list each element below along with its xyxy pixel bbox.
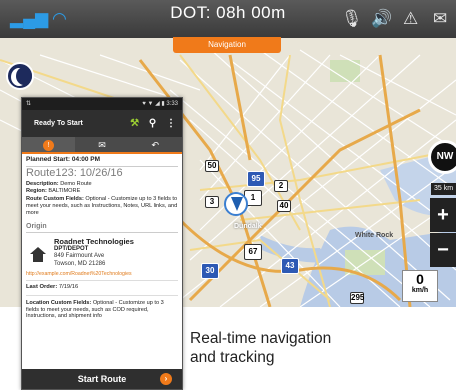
route-custom-label: Route Custom Fields: bbox=[26, 196, 84, 203]
map-label: Dundalk bbox=[234, 223, 262, 230]
caption-line-2: and tracking bbox=[190, 349, 275, 366]
map-shield: 40 bbox=[277, 200, 291, 212]
mobile-app-panel: ⇅ ♥ ▼ ◢ ▮ 3:33 Ready To Start ⚒ ⚲ ⋮ ! ✉ … bbox=[21, 97, 183, 390]
current-position-icon bbox=[224, 192, 248, 216]
map-label: White Rock bbox=[355, 232, 394, 239]
map-shield: 50 bbox=[205, 160, 219, 172]
speedometer: 0 km/h bbox=[402, 270, 438, 302]
origin-type: DPT/DEPOT bbox=[54, 246, 89, 253]
compass-button[interactable]: NW bbox=[428, 140, 456, 174]
region-value: BALTIMORE bbox=[48, 188, 81, 195]
map-shield: 3 bbox=[205, 196, 219, 208]
map-shield: 67 bbox=[244, 244, 262, 260]
microphone-icon[interactable]: 🎙 bbox=[341, 10, 363, 28]
route-title: Route123: 10/26/16 bbox=[26, 166, 123, 179]
phone-status-bar: ⇅ ♥ ▼ ◢ ▮ 3:33 bbox=[22, 98, 182, 110]
last-order: Last Order: 7/19/16 bbox=[26, 284, 178, 296]
planned-start: Planned Start: 04:00 PM bbox=[26, 156, 178, 167]
map-shield: 295 bbox=[350, 292, 365, 304]
arrow-right-icon: › bbox=[160, 373, 172, 385]
house-icon bbox=[30, 247, 46, 263]
speed-unit: km/h bbox=[411, 287, 429, 294]
phone-status-icons: ♥ ▼ ◢ ▮ 3:33 bbox=[142, 101, 178, 107]
app-tab-bar: ! ✉ ↶ bbox=[22, 137, 182, 154]
envelope-icon: ✉ bbox=[98, 140, 106, 150]
usb-icon: ⇅ bbox=[26, 101, 32, 107]
route-details: Planned Start: 04:00 PM Route123: 10/26/… bbox=[22, 154, 182, 323]
origin-name: Roadnet Technologies bbox=[54, 237, 134, 247]
tools-icon[interactable]: ⚒ bbox=[130, 118, 139, 129]
night-mode-icon[interactable] bbox=[6, 62, 34, 90]
tab-alerts[interactable]: ! bbox=[22, 137, 76, 152]
origin-section-label: Origin bbox=[26, 223, 178, 234]
app-header: Ready To Start ⚒ ⚲ ⋮ bbox=[22, 110, 182, 137]
tab-undo[interactable]: ↶ bbox=[129, 137, 182, 152]
map-shield: 30 bbox=[201, 263, 219, 279]
description-value: Demo Route bbox=[60, 180, 92, 187]
map-shield: 95 bbox=[247, 171, 265, 187]
navigation-status-bar: ▂▄▆ ◠ DOT: 08h 00m 🎙 🔊 ⚠ ✉ bbox=[0, 0, 456, 38]
caption-line-1: Real-time navigation bbox=[190, 330, 332, 347]
feature-caption: Real-time navigation and tracking bbox=[190, 329, 440, 367]
alert-icon: ! bbox=[43, 140, 55, 152]
origin-address-line2: Towson, MD 21286 bbox=[54, 260, 106, 267]
start-route-label: Start Route bbox=[77, 374, 127, 384]
map-shield: 2 bbox=[274, 180, 288, 192]
search-icon[interactable]: ⚲ bbox=[149, 118, 156, 129]
tab-messages[interactable]: ✉ bbox=[75, 137, 128, 152]
tab-navigation[interactable]: Navigation bbox=[173, 37, 281, 53]
overflow-menu-icon[interactable]: ⋮ bbox=[166, 118, 176, 129]
last-order-label: Last Order: bbox=[26, 283, 58, 290]
description-label: Description: bbox=[26, 180, 59, 187]
origin-link[interactable]: http://example.com/Roadnet%20Technologie… bbox=[26, 271, 178, 281]
region-label: Region: bbox=[26, 188, 47, 195]
undo-icon: ↶ bbox=[151, 140, 160, 150]
app-header-title: Ready To Start bbox=[34, 120, 83, 127]
location-custom-fields: Location Custom Fields: Optional - Custo… bbox=[26, 300, 178, 320]
map-shield: 43 bbox=[281, 258, 299, 274]
last-order-value: 7/19/16 bbox=[58, 283, 79, 290]
mail-icon[interactable]: ✉ bbox=[433, 10, 447, 28]
start-route-button[interactable]: Start Route › bbox=[22, 369, 182, 389]
zoom-in-button[interactable]: + bbox=[430, 198, 456, 232]
speaker-icon[interactable]: 🔊 bbox=[371, 10, 392, 28]
origin-address-line1: 849 Fairmount Ave bbox=[54, 253, 105, 260]
zoom-out-button[interactable]: − bbox=[430, 233, 456, 267]
map-scale: 35 km bbox=[431, 183, 456, 195]
location-custom-label: Location Custom Fields: bbox=[26, 299, 92, 306]
warning-icon[interactable]: ⚠ bbox=[403, 10, 418, 28]
speed-value: 0 bbox=[416, 271, 424, 287]
origin-card[interactable]: Roadnet Technologies DPT/DEPOT 849 Fairm… bbox=[26, 237, 178, 268]
